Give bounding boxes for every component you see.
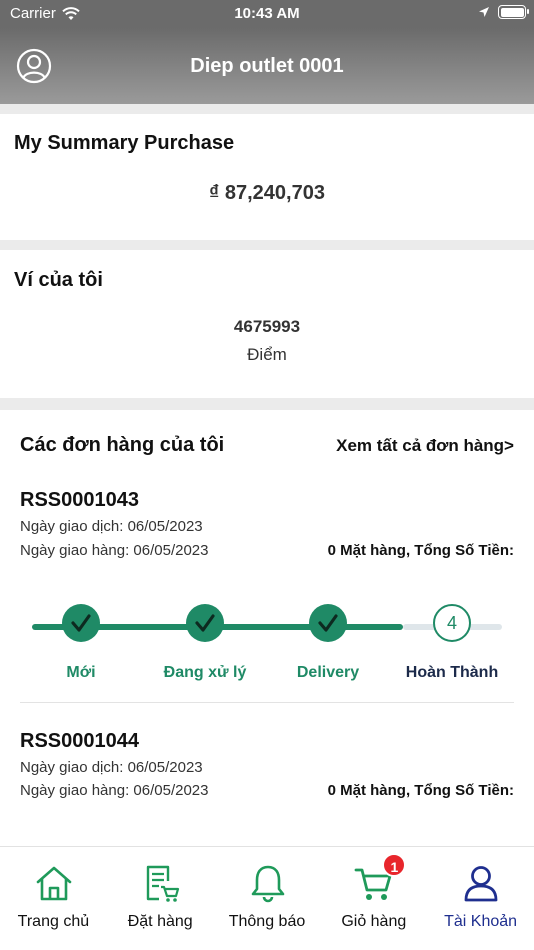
order-summary: 0 Mặt hàng, Tổng Số Tiền: [327,542,514,559]
step-label: Đang xử lý [163,664,247,681]
tab-account[interactable]: Tài Khoản [427,847,534,950]
step-label: Hoàn Thành [405,664,499,681]
order-transaction-date: Ngày giao dịch: 06/05/2023 [20,518,203,535]
tab-cart[interactable]: 1 Giỏ hàng [320,847,427,950]
step-new-check-icon [62,604,100,642]
step-processing-check-icon [186,604,224,642]
battery-icon [498,5,529,19]
page-title: Diep outlet 0001 [190,55,344,77]
order-id: RSS0001044 [20,730,139,752]
tab-label: Thông báo [228,913,306,930]
summary-title: My Summary Purchase [14,132,235,154]
top-navbar: Diep outlet 0001 [0,28,534,104]
step-label: Delivery [296,664,360,681]
order-divider [20,702,514,703]
order-delivery-date: Ngày giao hàng: 06/05/2023 [20,782,209,799]
tab-home[interactable]: Trang chủ [0,847,107,950]
order-transaction-date: Ngày giao dịch: 06/05/2023 [20,759,203,776]
status-time: 10:43 AM [234,5,300,22]
cart-badge: 1 [382,853,407,877]
order-summary: 0 Mặt hàng, Tổng Số Tiền: [327,782,514,799]
orders-title: Các đơn hàng của tôi [20,434,225,456]
order-icon [146,865,179,902]
tab-notifications[interactable]: Thông báo [214,847,321,950]
tab-order[interactable]: Đặt hàng [107,847,214,950]
tab-label: Trang chủ [17,913,90,930]
order-id: RSS0001043 [20,489,139,511]
bottom-tab-bar: Trang chủ Đặt hàng Thông báo 1 Giỏ hàng [0,846,534,950]
step-completed-number: 4 [433,604,471,642]
status-bar: Carrier 10:43 AM [0,0,534,28]
tab-label: Giỏ hàng [341,913,407,930]
wallet-points: 4675993 [233,317,301,336]
tab-label: Tài Khoản [444,913,518,930]
step-delivery-check-icon [309,604,347,642]
location-arrow-icon [479,7,489,17]
user-icon [464,866,498,902]
order-delivery-date: Ngày giao hàng: 06/05/2023 [20,542,209,559]
tab-label: Đặt hàng [127,913,193,930]
view-all-orders-link[interactable]: Xem tất cả đơn hàng> [336,436,514,456]
wallet-title: Ví của tôi [14,269,103,291]
wallet-card: Ví của tôi 4675993 Điểm [0,250,534,398]
home-icon [36,866,72,901]
wallet-points-unit: Điểm [247,345,287,364]
status-right [478,5,529,19]
summary-card: My Summary Purchase ₫ 87,240,703 [0,114,534,240]
summary-amount: ₫ 87,240,703 [209,182,325,204]
step-label: Mới [66,664,96,681]
bell-icon [251,865,284,903]
